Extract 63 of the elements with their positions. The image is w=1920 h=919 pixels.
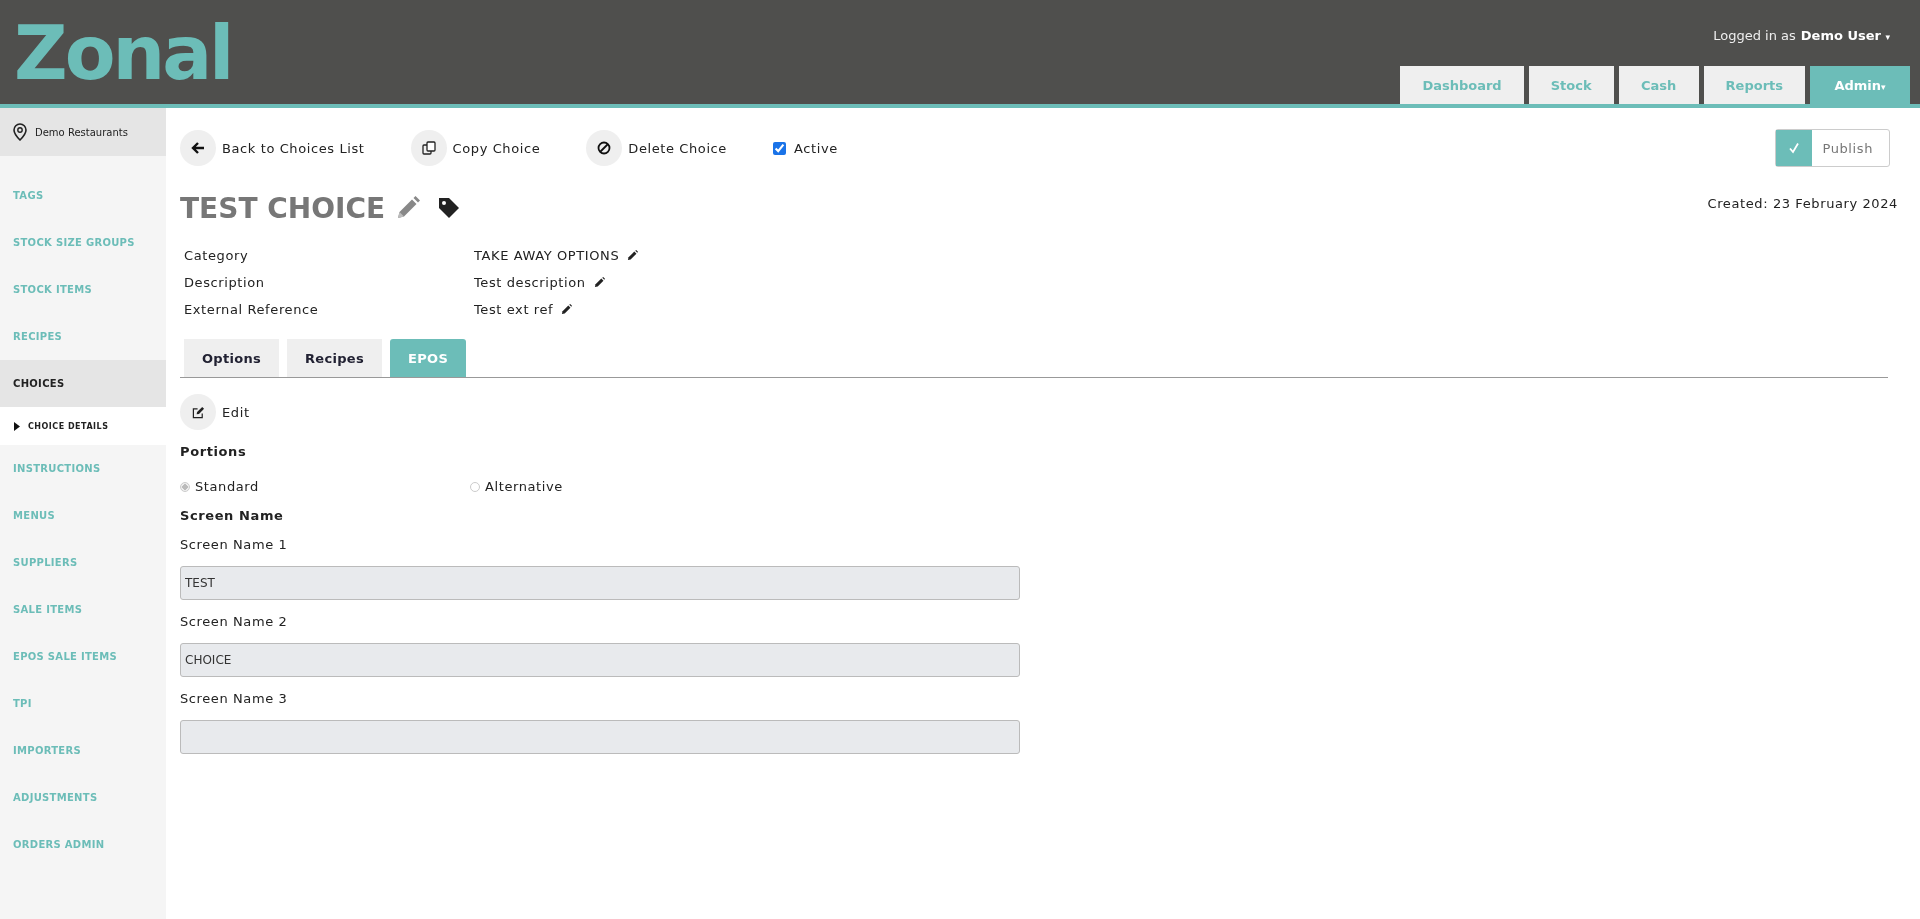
nav-tab[interactable]: Reports [1703, 66, 1805, 104]
detail-value: Test ext ref [474, 302, 554, 317]
sidebar-item[interactable]: STOCK SIZE GROUPS [0, 219, 166, 266]
section-heading: Portions [180, 444, 248, 459]
detail-label: Description [184, 275, 266, 290]
publish-toggle[interactable]: Publish [1775, 129, 1890, 167]
sidebar-item[interactable]: SUPPLIERS [0, 539, 166, 586]
pencil-icon[interactable] [627, 250, 639, 261]
location-selector[interactable]: Demo Restaurants [0, 108, 166, 156]
sidebar-item[interactable]: CHOICES [0, 360, 166, 407]
field-label: Screen Name 1 [180, 537, 289, 552]
edit-icon [191, 405, 205, 419]
sidebar-item[interactable]: ADJUSTMENTS [0, 774, 166, 821]
section-heading: Screen Name [180, 508, 285, 523]
action-button[interactable]: Copy Choice [410, 130, 541, 166]
detail-label: External Reference [184, 302, 320, 317]
radio-option[interactable]: Alternative [470, 479, 760, 494]
sidebar-item[interactable]: TAGS [0, 172, 166, 219]
edit-button[interactable]: Edit [180, 394, 1852, 430]
sidebar-item[interactable]: INSTRUCTIONS [0, 445, 166, 492]
pencil-icon[interactable] [561, 304, 573, 315]
field-label: Screen Name 2 [180, 614, 289, 629]
input-field[interactable]: TEST [180, 566, 1020, 600]
nav-tab[interactable]: Dashboard [1400, 66, 1524, 104]
nav-tab[interactable]: Cash [1618, 66, 1699, 104]
nav-tab[interactable]: Stock [1528, 66, 1614, 104]
ban-icon [597, 141, 612, 155]
pencil-icon[interactable] [593, 277, 605, 288]
nav-tab[interactable]: Admin▾ [1810, 66, 1910, 104]
tab[interactable]: Recipes [287, 339, 382, 377]
sidebar-item[interactable]: STOCK ITEMS [0, 266, 166, 313]
arrow-left-icon [191, 141, 205, 155]
tab[interactable]: EPOS [390, 339, 467, 377]
sidebar-subitem[interactable]: CHOICE DETAILS [0, 407, 166, 445]
active-checkbox[interactable] [773, 141, 786, 155]
sidebar-item[interactable]: SALE ITEMS [0, 586, 166, 633]
input-field[interactable]: CHOICE [180, 643, 1020, 677]
sidebar-item[interactable]: EPOS SALE ITEMS [0, 633, 166, 680]
action-button[interactable]: Back to Choices List [180, 130, 365, 166]
field-label: Screen Name 3 [180, 691, 289, 706]
checkbox-label: Active [794, 140, 838, 156]
created-date: Created: 23 February 2024 [1707, 196, 1898, 211]
sidebar-item[interactable]: TPI [0, 680, 166, 727]
tab[interactable]: Options [184, 339, 280, 377]
logo[interactable]: Zonal [14, 16, 232, 84]
input-field[interactable] [180, 720, 1020, 754]
sidebar-item[interactable]: ORDERS ADMIN [0, 821, 166, 868]
location-pin-icon [13, 123, 27, 141]
user-menu[interactable]: Demo User ▾ [1800, 28, 1890, 43]
user-label: Logged in as [1713, 28, 1796, 43]
detail-label: Category [184, 248, 250, 263]
radio-option[interactable]: Standard [180, 479, 470, 494]
detail-value: Test description [474, 275, 586, 290]
tag-icon[interactable] [437, 196, 462, 220]
copy-icon [421, 141, 436, 155]
page-title: TEST CHOICE [180, 191, 386, 225]
check-icon [1788, 142, 1801, 154]
sidebar-item[interactable]: IMPORTERS [0, 727, 166, 774]
sidebar-item[interactable]: MENUS [0, 492, 166, 539]
caret-icon [14, 421, 20, 431]
detail-value: TAKE AWAY OPTIONS [474, 248, 620, 263]
sidebar-item[interactable]: RECIPES [0, 313, 166, 360]
action-button[interactable]: Delete Choice [586, 130, 727, 166]
